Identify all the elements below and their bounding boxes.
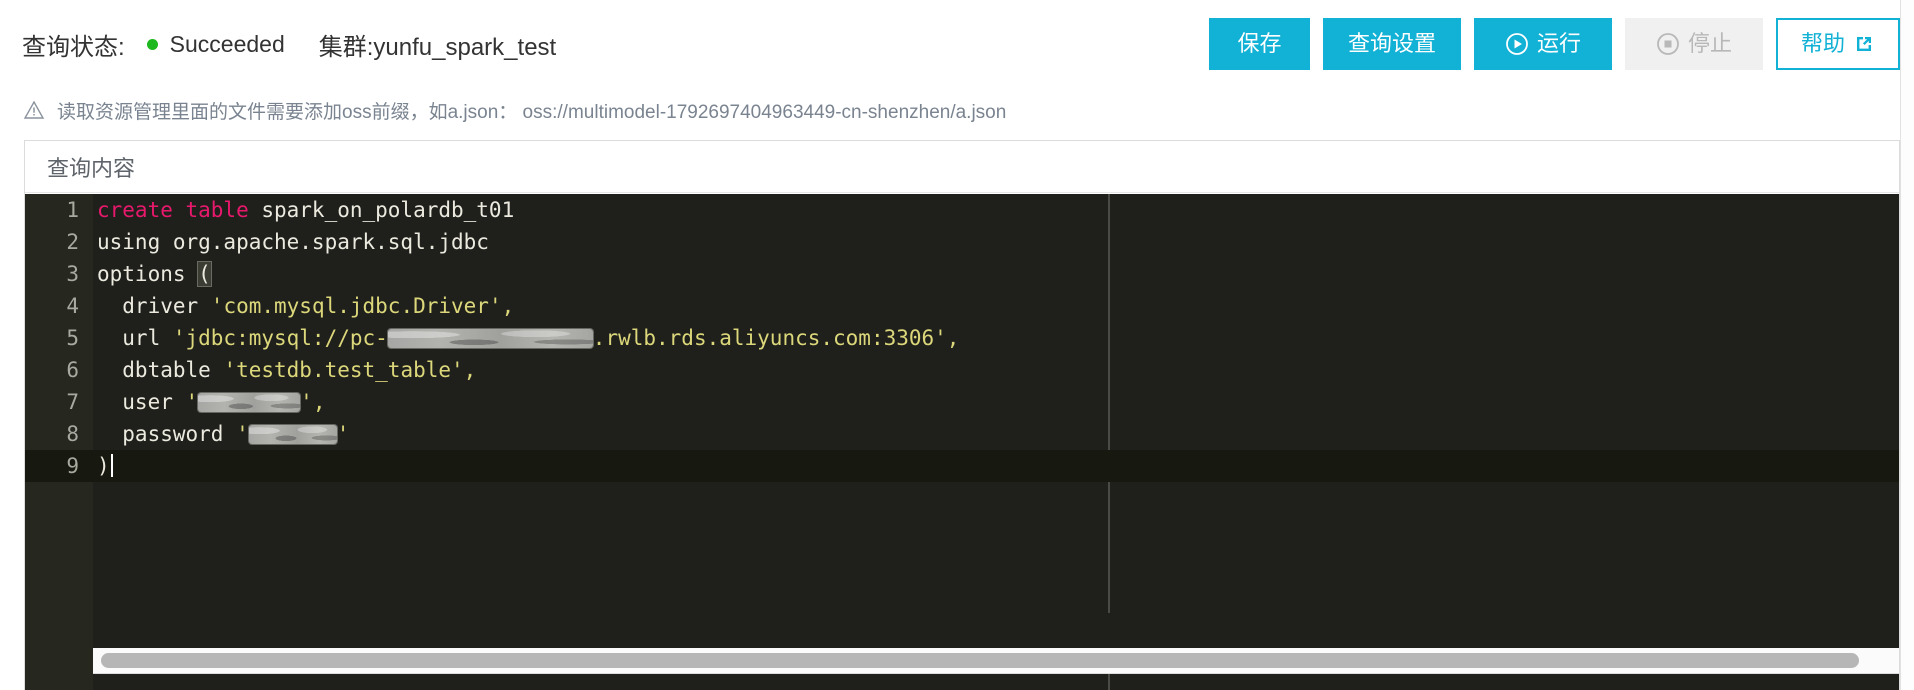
play-circle-icon <box>1505 32 1529 56</box>
code-token: using org.apache.spark.sql.jdbc <box>97 230 489 254</box>
query-settings-button-label: 查询设置 <box>1347 31 1436 56</box>
code-line: using org.apache.spark.sql.jdbc <box>93 226 1899 258</box>
code-token: ' <box>185 390 199 414</box>
header-action-buttons: 保存 查询设置 运行 停止 帮助 <box>1209 18 1900 70</box>
code-line: password ' ' <box>93 418 1899 450</box>
redaction-mark <box>248 424 337 444</box>
editor-bottom-filler <box>24 613 1900 648</box>
line-number: 1 <box>66 198 79 222</box>
editor-tabbar: 查询内容 <box>25 141 1899 193</box>
save-button[interactable]: 保存 <box>1209 18 1310 70</box>
line-number: 8 <box>66 422 79 446</box>
line-number: 9 <box>25 450 93 482</box>
code-line: driver 'com.mysql.jdbc.Driver', <box>93 290 1899 322</box>
redaction-mark <box>387 328 593 348</box>
code-token: ( <box>197 261 212 287</box>
code-token: 'testdb.test_table', <box>223 358 477 382</box>
code-token: dbtable <box>97 358 224 382</box>
code-line: url 'jdbc:mysql://pc- .rwlb.rds.aliyuncs.… <box>93 322 1899 354</box>
line-number: 6 <box>66 358 79 382</box>
cluster-info: 集群:yunfu_spark_test <box>318 33 557 61</box>
stop-button[interactable]: 停止 <box>1625 18 1763 70</box>
warning-triangle-icon <box>23 99 45 121</box>
code-token: options <box>97 262 199 286</box>
help-button-label: 帮助 <box>1800 31 1845 56</box>
code-token: url <box>97 326 173 350</box>
code-token: .rwlb.rds.aliyuncs.com:3306', <box>592 326 960 350</box>
code-token: create table <box>97 198 249 222</box>
query-editor-panel: 查询内容 1 2 3 4 5 6 7 8 9 create table spark_on_pol… <box>24 140 1900 690</box>
editor-lines: create table spark_on_polardb_t01using o… <box>93 194 1899 482</box>
run-button[interactable]: 运行 <box>1474 18 1612 70</box>
code-token: spark_on_polardb_t01 <box>248 198 515 222</box>
page-header: 查询状态: Succeeded 集群:yunfu_spark_test 保存 查… <box>0 0 1914 88</box>
line-number: 3 <box>66 262 79 286</box>
status-indicator-dot <box>146 38 158 50</box>
query-settings-button[interactable]: 查询设置 <box>1323 18 1461 70</box>
external-link-icon <box>1853 33 1875 55</box>
oss-prefix-notice: 读取资源管理里面的文件需要添加oss前缀，如a.json： oss://mult… <box>0 88 1914 132</box>
stop-button-label: 停止 <box>1687 31 1732 56</box>
query-status-value: Succeeded <box>169 30 285 57</box>
help-button[interactable]: 帮助 <box>1776 18 1900 70</box>
run-button-label: 运行 <box>1536 31 1581 56</box>
code-token: password <box>97 422 237 446</box>
code-token: 'com.mysql.jdbc.Driver', <box>210 294 515 318</box>
code-line: user ' ', <box>93 386 1899 418</box>
horizontal-scrollbar[interactable] <box>24 648 1900 674</box>
code-line: options ( <box>93 258 1899 290</box>
vertical-scrollbar-track[interactable] <box>1900 0 1914 690</box>
line-number: 2 <box>66 230 79 254</box>
code-token: driver <box>97 294 211 318</box>
line-number: 7 <box>66 390 79 414</box>
code-token: ' <box>236 422 249 446</box>
save-button-label: 保存 <box>1237 31 1282 56</box>
oss-prefix-notice-text: 读取资源管理里面的文件需要添加oss前缀，如a.json： oss://mult… <box>57 101 1007 123</box>
editor-line-number-gutter: 1 2 3 4 5 6 7 8 9 <box>25 194 93 690</box>
redaction-mark <box>198 392 301 412</box>
code-line: dbtable 'testdb.test_table', <box>93 354 1899 386</box>
code-token: ) <box>97 454 110 478</box>
line-number: 4 <box>66 294 79 318</box>
code-line: ) <box>93 450 1899 482</box>
code-token: ', <box>300 390 326 414</box>
stop-circle-icon <box>1656 32 1680 56</box>
code-token: user <box>97 390 186 414</box>
tab-query-content[interactable]: 查询内容 <box>47 151 135 183</box>
text-cursor <box>110 454 113 477</box>
query-status-group: 查询状态: Succeeded 集群:yunfu_spark_test <box>22 0 556 88</box>
code-line: create table spark_on_polardb_t01 <box>93 194 1899 226</box>
code-token: 'jdbc:mysql://pc- <box>172 326 388 350</box>
code-token: ' <box>336 422 350 446</box>
query-status-label: 查询状态: <box>22 33 125 61</box>
line-number: 5 <box>66 326 79 350</box>
horizontal-scrollbar-thumb[interactable] <box>101 653 1859 668</box>
